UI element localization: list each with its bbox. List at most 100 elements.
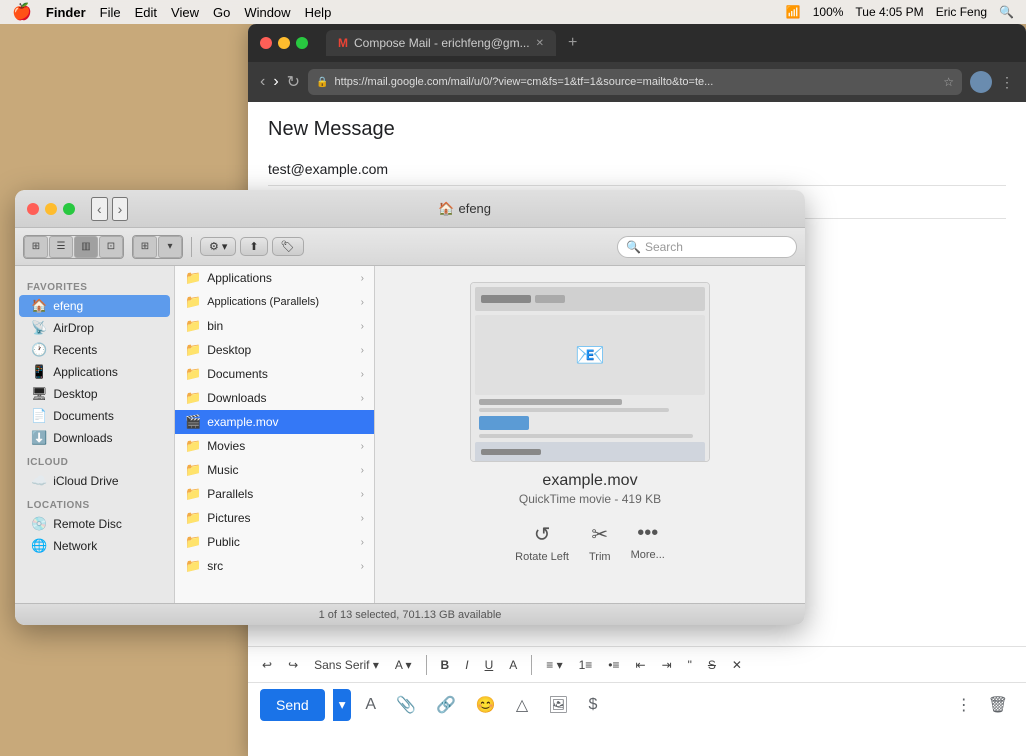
file-item-documents[interactable]: 📁 Documents › xyxy=(175,362,374,386)
share-btn[interactable]: ⬆ xyxy=(240,237,267,256)
finder-minimize-btn[interactable] xyxy=(45,203,57,215)
file-item-desktop[interactable]: 📁 Desktop › xyxy=(175,338,374,362)
file-item-label: Movies xyxy=(207,439,245,453)
quote-btn[interactable]: " xyxy=(682,654,698,676)
file-item-applications-parallels[interactable]: 📁 Applications (Parallels) › xyxy=(175,290,374,314)
trim-btn[interactable]: ✂ Trim xyxy=(589,522,611,563)
send-button[interactable]: Send xyxy=(260,689,325,721)
file-item-applications[interactable]: 📁 Applications › xyxy=(175,266,374,290)
gallery-view-btn[interactable]: ⊡ xyxy=(99,236,123,258)
indent-less-btn[interactable]: ⇤ xyxy=(630,654,652,676)
clear-format-btn[interactable]: ✕ xyxy=(726,654,748,676)
browser-menu-icon[interactable]: ⋮ xyxy=(1000,74,1014,91)
insert-emoji-btn[interactable]: 😊 xyxy=(470,689,502,721)
file-item-pictures[interactable]: 📁 Pictures › xyxy=(175,506,374,530)
insert-photo-btn[interactable]: 🖼 xyxy=(542,689,574,721)
more-btn[interactable]: ••• More... xyxy=(631,522,665,563)
sidebar-item-documents[interactable]: 📄 Documents xyxy=(19,405,170,427)
insert-link-btn[interactable]: 🔗 xyxy=(430,689,462,721)
new-tab-btn[interactable]: + xyxy=(568,34,577,52)
file-item-bin[interactable]: 📁 bin › xyxy=(175,314,374,338)
finder-fullscreen-btn[interactable] xyxy=(63,203,75,215)
discard-btn[interactable]: 🗑 xyxy=(982,689,1014,721)
browser-tab[interactable]: M Compose Mail - erichfeng@gm... ✕ xyxy=(326,30,556,56)
toolbar-divider-1 xyxy=(426,655,427,675)
apple-menu-icon[interactable]: 🍎 xyxy=(12,2,32,22)
font-selector[interactable]: Sans Serif ▾ xyxy=(308,654,385,676)
font-size-btn[interactable]: A ▾ xyxy=(389,654,418,676)
align-btn[interactable]: ≡ ▾ xyxy=(540,654,568,676)
google-drive-btn[interactable]: △ xyxy=(510,689,534,721)
redo-btn[interactable]: ↪ xyxy=(282,654,304,676)
sidebar-item-downloads[interactable]: ⬇️ Downloads xyxy=(19,427,170,449)
view-menu[interactable]: View xyxy=(171,5,199,20)
sidebar-icloud-label: iCloud Drive xyxy=(53,474,118,488)
action-gear-btn[interactable]: ⚙▾ xyxy=(200,237,236,256)
finder-forward-btn[interactable]: › xyxy=(112,197,129,221)
rotate-left-label: Rotate Left xyxy=(515,551,569,563)
icon-view-btn[interactable]: ⊞ xyxy=(24,236,48,258)
search-icon[interactable]: 🔍 xyxy=(999,5,1014,19)
preview-fileinfo: QuickTime movie - 419 KB xyxy=(519,492,661,506)
help-menu[interactable]: Help xyxy=(305,5,332,20)
file-item-downloads[interactable]: 📁 Downloads › xyxy=(175,386,374,410)
file-item-public[interactable]: 📁 Public › xyxy=(175,530,374,554)
url-bar[interactable]: 🔒 https://mail.google.com/mail/u/0/?view… xyxy=(308,69,962,95)
tag-btn[interactable]: 🏷 xyxy=(272,237,304,256)
sidebar-item-applications[interactable]: 📱 Applications xyxy=(19,361,170,383)
user-avatar[interactable] xyxy=(970,71,992,93)
browser-minimize-btn[interactable] xyxy=(278,37,290,49)
sidebar-item-network[interactable]: 🌐 Network xyxy=(19,535,170,557)
column-view-btn[interactable]: ▥ xyxy=(74,236,98,258)
file-item-music[interactable]: 📁 Music › xyxy=(175,458,374,482)
back-btn[interactable]: ‹ xyxy=(260,73,265,91)
undo-btn[interactable]: ↩ xyxy=(256,654,278,676)
edit-menu[interactable]: Edit xyxy=(135,5,157,20)
browser-fullscreen-btn[interactable] xyxy=(296,37,308,49)
toolbar-divider-2 xyxy=(531,655,532,675)
bold-btn[interactable]: B xyxy=(435,654,456,676)
compose-to-field[interactable]: test@example.com xyxy=(268,153,1006,186)
go-menu[interactable]: Go xyxy=(213,5,230,20)
sidebar-item-icloud[interactable]: ☁️ iCloud Drive xyxy=(19,470,170,492)
send-dropdown-btn[interactable]: ▾ xyxy=(333,689,352,721)
tab-close-btn[interactable]: ✕ xyxy=(536,38,544,49)
finder-back-btn[interactable]: ‹ xyxy=(91,197,108,221)
italic-btn[interactable]: I xyxy=(459,654,474,676)
disclosure-arrow: › xyxy=(361,345,364,356)
bullet-list-btn[interactable]: •≡ xyxy=(602,654,625,676)
sidebar-item-remote[interactable]: 💿 Remote Disc xyxy=(19,513,170,535)
list-view-btn[interactable]: ☰ xyxy=(49,236,73,258)
underline-btn[interactable]: U xyxy=(479,654,500,676)
file-item-src[interactable]: 📁 src › xyxy=(175,554,374,578)
strikethrough-btn[interactable]: S xyxy=(702,654,722,676)
file-item-movies[interactable]: 📁 Movies › xyxy=(175,434,374,458)
file-item-parallels[interactable]: 📁 Parallels › xyxy=(175,482,374,506)
refresh-btn[interactable]: ↻ xyxy=(287,72,300,92)
more-options-btn[interactable]: ⋮ xyxy=(950,689,978,721)
attach-file-btn[interactable]: 📎 xyxy=(390,689,422,721)
indent-more-btn[interactable]: ⇥ xyxy=(656,654,678,676)
sidebar-item-desktop[interactable]: 🖥 Desktop xyxy=(19,383,170,405)
forward-btn[interactable]: › xyxy=(273,73,278,91)
sidebar-item-efeng[interactable]: 🏠 efeng xyxy=(19,295,170,317)
finder-search-box[interactable]: 🔍 Search xyxy=(617,236,797,258)
sidebar-item-airdrop[interactable]: 📡 AirDrop xyxy=(19,317,170,339)
finder-close-btn[interactable] xyxy=(27,203,39,215)
window-menu[interactable]: Window xyxy=(244,5,290,20)
insert-money-btn[interactable]: $ xyxy=(582,690,603,720)
file-item-example-mov[interactable]: 🎬 example.mov xyxy=(175,410,374,434)
bookmark-icon[interactable]: ☆ xyxy=(943,75,954,89)
numbered-list-btn[interactable]: 1≡ xyxy=(573,654,599,676)
group-dropdown-btn[interactable]: ▾ xyxy=(158,236,182,258)
text-format-btn[interactable]: A xyxy=(359,690,382,720)
group-btn[interactable]: ⊞ xyxy=(133,236,157,258)
file-item-label: Public xyxy=(207,535,240,549)
file-menu[interactable]: File xyxy=(100,5,121,20)
browser-close-btn[interactable] xyxy=(260,37,272,49)
finder-menu[interactable]: Finder xyxy=(46,5,86,20)
folder-icon: 📁 xyxy=(185,462,201,478)
rotate-left-btn[interactable]: ↺ Rotate Left xyxy=(515,522,569,563)
text-color-btn[interactable]: A xyxy=(503,654,523,676)
sidebar-item-recents[interactable]: 🕐 Recents xyxy=(19,339,170,361)
